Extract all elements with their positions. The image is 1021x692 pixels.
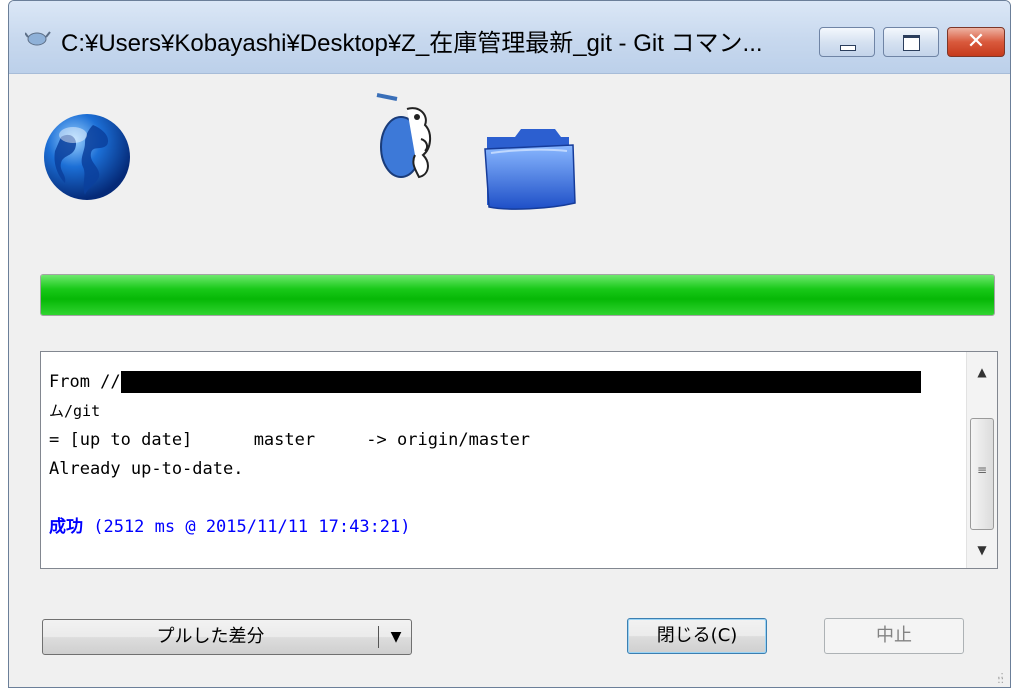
scroll-grip-icon: ≡ [977, 463, 988, 477]
maximize-button[interactable] [883, 27, 939, 57]
close-icon: ✕ [966, 29, 986, 54]
minimize-icon [840, 45, 856, 51]
scroll-up-arrow-icon[interactable]: ▲ [967, 358, 997, 386]
tortoisegit-app-icon [25, 31, 51, 46]
tortoise-mascot-icon [376, 93, 431, 179]
scroll-thumb[interactable]: ≡ [970, 418, 994, 530]
resize-grip-icon[interactable]: .::: [997, 671, 1004, 686]
dropdown-arrow-icon[interactable]: ▼ [381, 620, 411, 654]
output-log[interactable]: From // ム/git = [up to date] master -> o… [40, 351, 998, 569]
transfer-animation [9, 73, 1010, 253]
log-line-up-to-date: Already up-to-date. [49, 459, 244, 479]
log-line-success: 成功 (2512 ms @ 2015/11/11 17:43:21) [49, 513, 959, 542]
log-line-from: From // [49, 368, 959, 397]
log-line-from-text: From // [49, 372, 121, 392]
pull-diff-split-button[interactable]: プルした差分 ▼ [42, 619, 412, 655]
folder-icon [484, 129, 576, 210]
close-button[interactable]: 閉じる(C) [627, 618, 767, 654]
title-bar[interactable]: C:¥Users¥Kobayashi¥Desktop¥Z_在庫管理最新_git … [9, 1, 1010, 74]
git-command-window: C:¥Users¥Kobayashi¥Desktop¥Z_在庫管理最新_git … [8, 0, 1011, 688]
redacted-url [120, 371, 921, 393]
minimize-button[interactable] [819, 27, 875, 57]
close-window-button[interactable]: ✕ [947, 27, 1005, 57]
scroll-down-arrow-icon[interactable]: ▼ [967, 536, 997, 564]
split-separator [378, 626, 379, 648]
success-word: 成功 [49, 517, 83, 537]
maximize-icon [903, 35, 920, 51]
log-line-empty [49, 484, 959, 513]
progress-bar [40, 274, 995, 316]
success-detail: (2512 ms @ 2015/11/11 17:43:21) [83, 517, 411, 537]
window-title: C:¥Users¥Kobayashi¥Desktop¥Z_在庫管理最新_git … [61, 30, 763, 57]
log-line-path: ム/git [49, 402, 101, 420]
log-line-ref-status: = [up to date] master -> origin/master [49, 430, 531, 450]
pull-diff-label: プルした差分 [156, 626, 265, 647]
globe-icon [44, 114, 130, 200]
progress-bar-fill [41, 275, 994, 315]
abort-button[interactable]: 中止 [824, 618, 964, 654]
log-scrollbar[interactable]: ▲ ≡ ▼ [966, 352, 997, 568]
